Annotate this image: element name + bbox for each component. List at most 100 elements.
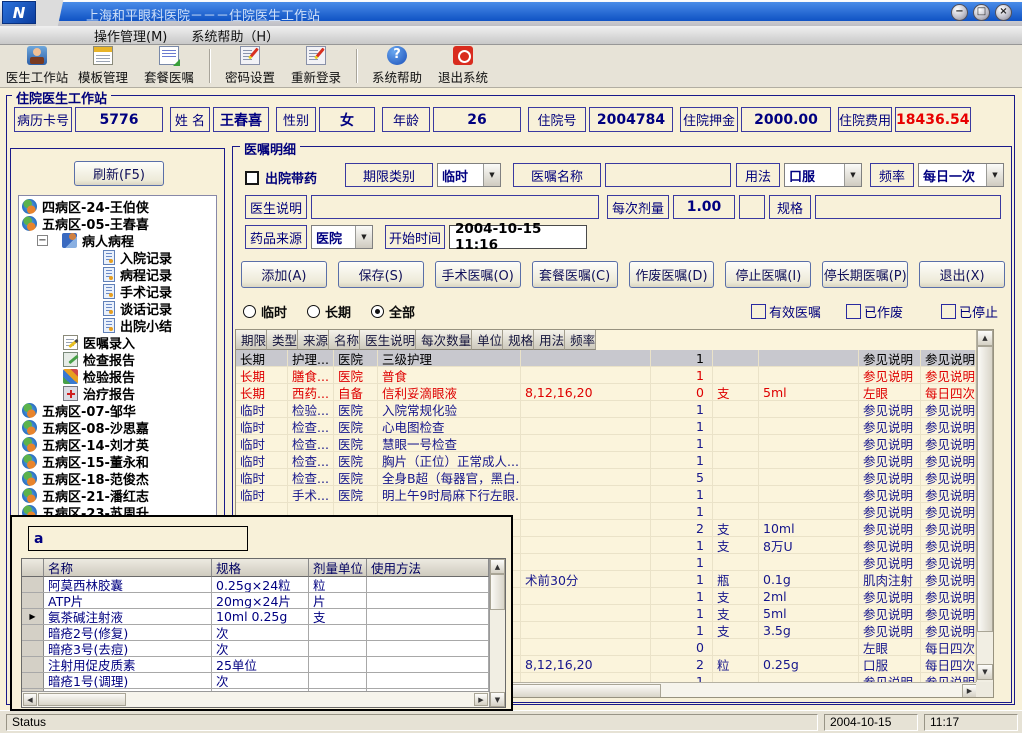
- window-control-button[interactable]: −: [951, 4, 968, 21]
- orders-column-header[interactable]: 来源: [298, 330, 329, 350]
- scrollbar-thumb[interactable]: [38, 693, 126, 706]
- toolbar-button[interactable]: 模板管理: [70, 45, 136, 87]
- scroll-right-icon[interactable]: ▶: [962, 684, 977, 698]
- tree-item[interactable]: − 五病区-21-潘红志: [19, 487, 216, 504]
- tree-item[interactable]: − 入院记录: [19, 249, 216, 266]
- drug-row[interactable]: 暗疮2号(修复) 次: [22, 625, 505, 641]
- orders-column-header[interactable]: 期限: [236, 330, 267, 350]
- drug-column-spec[interactable]: 规格: [212, 559, 309, 577]
- order-action-button[interactable]: 停长期医嘱(P): [822, 261, 908, 288]
- refresh-button[interactable]: 刷新(F5): [74, 161, 164, 186]
- toolbar-button[interactable]: 密码设置: [217, 45, 283, 87]
- doctor-note-input[interactable]: [311, 195, 599, 219]
- drug-row[interactable]: ATP片 20mg×24片 片: [22, 593, 505, 609]
- drug-row[interactable]: 注射用促皮质素 25单位: [22, 657, 505, 673]
- scrollbar-thumb[interactable]: [490, 574, 505, 610]
- tree-item[interactable]: − 治疗报告: [19, 385, 216, 402]
- drug-row[interactable]: 氨茶碱注射液 10ml 0.25g 支: [22, 609, 505, 625]
- order-action-button[interactable]: 停止医嘱(I): [725, 261, 811, 288]
- scroll-up-icon[interactable]: ▲: [977, 330, 993, 346]
- toolbar-button[interactable]: 退出系统: [430, 45, 496, 87]
- orders-column-header[interactable]: 用法: [534, 330, 565, 350]
- window-control-button[interactable]: ×: [995, 4, 1012, 21]
- table-row[interactable]: 长期 西药... 自备 信利妥滴眼液 8,12,16,20 0 支 5ml 左眼…: [236, 384, 993, 401]
- tree-item[interactable]: − 四病区-24-王伯侠: [19, 198, 216, 215]
- vertical-scrollbar[interactable]: ▲ ▼: [489, 559, 505, 707]
- table-row[interactable]: 临时 检查... 医院 全身B超（每器官，黑白... 5 参见说明 参见说明: [236, 469, 993, 486]
- table-row[interactable]: 长期 护理... 医院 三级护理 1 参见说明 参见说明: [236, 350, 993, 367]
- drug-column-unit[interactable]: 剂量单位: [309, 559, 367, 577]
- status-filter-checkbox[interactable]: 有效医嘱: [751, 302, 828, 321]
- vertical-scrollbar[interactable]: ▲ ▼: [976, 330, 993, 682]
- table-row[interactable]: 临时 检查... 医院 胸片（正位）正常成人... 1 参见说明 参见说明: [236, 452, 993, 469]
- chevron-down-icon[interactable]: ▼: [844, 164, 861, 186]
- spec-input[interactable]: [815, 195, 1001, 219]
- tree-item[interactable]: − 检查报告: [19, 351, 216, 368]
- order-action-button[interactable]: 退出(X): [919, 261, 1005, 288]
- radio-icon[interactable]: [243, 305, 256, 318]
- toolbar-button[interactable]: 重新登录: [283, 45, 349, 87]
- horizontal-scrollbar[interactable]: ◀ ▶: [22, 691, 489, 707]
- order-action-button[interactable]: 保存(S): [338, 261, 424, 288]
- toolbar-button[interactable]: 系统帮助: [364, 45, 430, 87]
- drug-row[interactable]: 暗疮1号(调理) 次: [22, 673, 505, 689]
- scroll-down-icon[interactable]: ▼: [490, 692, 505, 707]
- tree-item[interactable]: − 五病区-07-邹华: [19, 402, 216, 419]
- term-type-select[interactable]: 临时 ▼: [437, 163, 501, 187]
- radio-icon[interactable]: [307, 305, 320, 318]
- drug-column-usage[interactable]: 使用方法: [367, 559, 489, 577]
- orders-column-header[interactable]: 单位: [472, 330, 503, 350]
- tree-item[interactable]: − 出院小结: [19, 317, 216, 334]
- window-control-button[interactable]: □: [973, 4, 990, 21]
- tree-item[interactable]: − 手术记录: [19, 283, 216, 300]
- chevron-down-icon[interactable]: ▼: [355, 226, 372, 248]
- scroll-left-icon[interactable]: ◀: [23, 693, 37, 706]
- tree-item[interactable]: − 病程记录: [19, 266, 216, 283]
- checkbox-box[interactable]: [941, 304, 956, 319]
- usage-select[interactable]: 口服 ▼: [784, 163, 862, 187]
- tree-item[interactable]: − 谈话记录: [19, 300, 216, 317]
- table-row[interactable]: 临时 手术... 医院 明上午9时局麻下行左眼... 1 参见说明 参见说明: [236, 486, 993, 503]
- frequency-select[interactable]: 每日一次 ▼: [918, 163, 1004, 187]
- scroll-up-icon[interactable]: ▲: [490, 559, 505, 574]
- term-filter-radio[interactable]: 临时: [243, 302, 287, 321]
- order-name-input[interactable]: [605, 163, 731, 187]
- menu-item[interactable]: 系统帮助（H）: [191, 26, 279, 45]
- drug-source-select[interactable]: 医院 ▼: [311, 225, 373, 249]
- table-row[interactable]: 临时 检验... 医院 入院常规化验 1 参见说明 参见说明: [236, 401, 993, 418]
- scroll-right-icon[interactable]: ▶: [474, 693, 488, 706]
- checkbox-box[interactable]: [846, 304, 861, 319]
- tree-item[interactable]: − 病人病程: [19, 232, 216, 249]
- order-action-button[interactable]: 添加(A): [241, 261, 327, 288]
- tree-expander-icon[interactable]: −: [37, 235, 48, 246]
- order-action-button[interactable]: 套餐医嘱(C): [532, 261, 618, 288]
- radio-icon[interactable]: [371, 305, 384, 318]
- toolbar-button[interactable]: 套餐医嘱: [136, 45, 202, 87]
- dose-unit-input[interactable]: [739, 195, 765, 219]
- start-time-input[interactable]: 2004-10-15 11:16: [449, 225, 587, 249]
- tree-item[interactable]: − 五病区-05-王春喜: [19, 215, 216, 232]
- orders-column-header[interactable]: 频率: [565, 330, 596, 350]
- tree-item[interactable]: − 检验报告: [19, 368, 216, 385]
- table-row[interactable]: 临时 检查... 医院 心电图检查 1 参见说明 参见说明: [236, 418, 993, 435]
- discharge-medication-checkbox[interactable]: 出院带药: [245, 168, 317, 187]
- tree-item[interactable]: − 五病区-14-刘才英: [19, 436, 216, 453]
- orders-column-header[interactable]: 医生说明: [360, 330, 416, 350]
- checkbox-box[interactable]: [245, 171, 259, 185]
- scroll-down-icon[interactable]: ▼: [977, 664, 993, 680]
- status-filter-checkbox[interactable]: 已作废: [846, 302, 923, 321]
- term-filter-radio[interactable]: 长期: [307, 302, 351, 321]
- orders-column-header[interactable]: 每次数量: [416, 330, 472, 350]
- orders-column-header[interactable]: 类型: [267, 330, 298, 350]
- chevron-down-icon[interactable]: ▼: [483, 164, 500, 186]
- dose-value[interactable]: 1.00: [673, 195, 735, 219]
- toolbar-button[interactable]: 医生工作站: [4, 45, 70, 87]
- tree-item[interactable]: − 五病区-08-沙思嘉: [19, 419, 216, 436]
- term-filter-radio[interactable]: 全部: [371, 302, 415, 321]
- tree-item[interactable]: − 五病区-15-董永和: [19, 453, 216, 470]
- title-bar[interactable]: N 上海和平眼科医院－－－住院医生工作站 −□×: [0, 0, 1022, 26]
- table-row[interactable]: 长期 膳食... 医院 普食 1 参见说明 参见说明: [236, 367, 993, 384]
- table-row[interactable]: 临时 检查... 医院 慧眼一号检查 1 参见说明 参见说明: [236, 435, 993, 452]
- status-filter-checkbox[interactable]: 已停止: [941, 302, 1018, 321]
- tree-item[interactable]: − 医嘱录入: [19, 334, 216, 351]
